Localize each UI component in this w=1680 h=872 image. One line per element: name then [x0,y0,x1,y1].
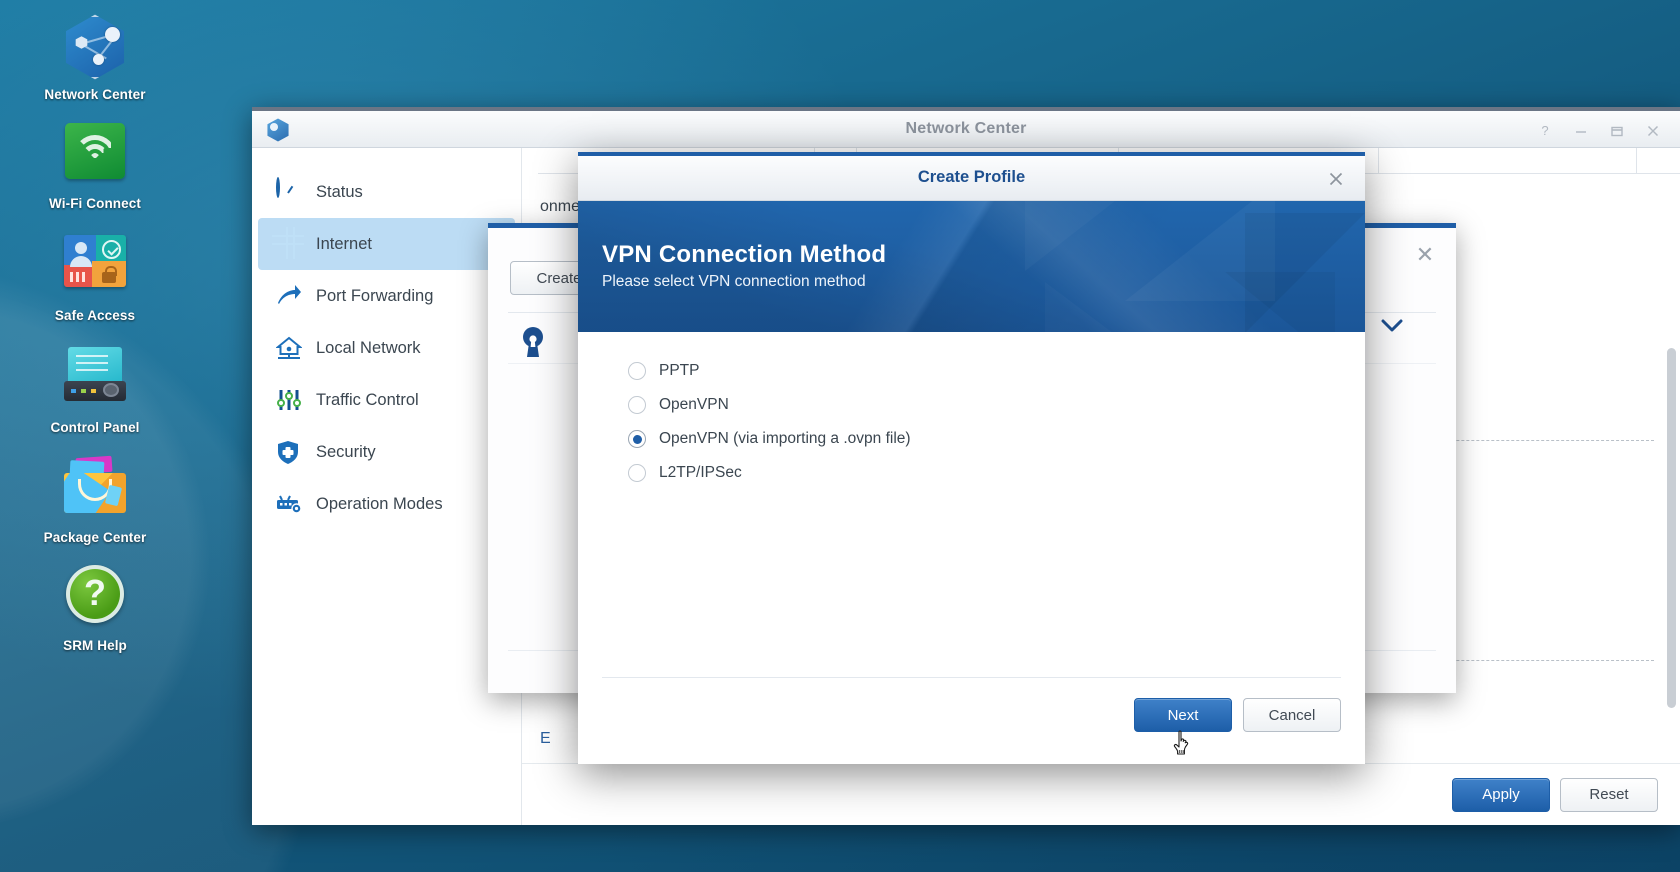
cancel-button[interactable]: Cancel [1243,698,1341,732]
network-center-icon [62,14,128,80]
create-profile-dialog: Create Profile VPN Connection Method Ple… [578,152,1365,764]
content-text-fragment: E [540,730,551,747]
globe-icon [276,231,302,257]
home-icon [275,335,303,361]
sidebar-item-security[interactable]: Security [258,426,515,478]
desktop-icon-package-center[interactable]: Package Center [0,445,190,549]
sidebar-item-local-network[interactable]: Local Network [258,322,515,374]
sidebar-item-status[interactable]: Status [258,166,515,218]
radio-label: OpenVPN (via importing a .ovpn file) [659,430,911,447]
window-title: Network Center [905,120,1027,137]
sidebar-item-internet[interactable]: Internet [258,218,515,270]
radio-label: PPTP [659,362,700,379]
radio-option-pptp[interactable]: PPTP [628,354,1365,388]
sidebar-item-label: Local Network [316,338,421,357]
sidebar-item-label: Status [316,182,363,201]
radio-indicator [628,362,646,380]
wifi-icon [62,123,128,189]
reset-button[interactable]: Reset [1560,777,1658,812]
sidebar-item-label: Operation Modes [316,494,443,513]
desktop-icon-srm-help[interactable]: SRM Help [0,555,190,657]
minimize-button[interactable] [1564,119,1598,143]
desktop-icon-network-center[interactable]: Network Center [0,8,190,106]
desktop-icon-control-panel[interactable]: Control Panel [0,333,190,439]
inner-window-close-icon[interactable]: ✕ [1412,242,1438,268]
window-titlebar[interactable]: Network Center ? [252,107,1680,148]
dialog-close-icon[interactable] [1323,166,1349,192]
safe-access-icon [62,235,128,301]
desktop-icon-safe-access[interactable]: Safe Access [0,221,190,327]
package-center-icon [62,455,128,523]
sidebar-item-label: Internet [316,234,372,253]
desktop-icon-label: Safe Access [54,308,136,323]
shield-icon [276,439,302,465]
desktop-icon-label: SRM Help [63,638,127,653]
sidebar-item-label: Port Forwarding [316,286,434,305]
control-panel-icon [62,347,128,413]
desktop-icon-label: Wi-Fi Connect [49,196,141,211]
content-scrollbar[interactable] [1667,348,1676,708]
radio-label: OpenVPN [659,396,729,413]
sidebar-item-port-forwarding[interactable]: Port Forwarding [258,270,515,322]
vpn-method-radio-group: PPTP OpenVPN OpenVPN (via importing a .o… [578,332,1365,490]
sidebar-item-operation-modes[interactable]: Operation Modes [258,478,515,530]
window-controls: ? [1528,119,1670,143]
dialog-banner: VPN Connection Method Please select VPN … [578,201,1365,332]
divider [602,677,1341,678]
desktop-icon-list: Network Center Wi-Fi Connect Safe Access [0,8,190,663]
banner-heading: VPN Connection Method [602,241,887,268]
help-button[interactable]: ? [1528,119,1562,143]
maximize-button[interactable] [1600,119,1634,143]
desktop-icon-label: Package Center [43,530,147,545]
gauge-icon [276,177,302,205]
keyhole-icon [518,325,548,359]
forward-arrow-icon [276,283,302,309]
apply-button[interactable]: Apply [1452,777,1550,812]
close-button[interactable] [1636,119,1670,143]
radio-label: L2TP/IPSec [659,464,742,481]
help-question-icon [62,565,128,631]
radio-indicator [628,396,646,414]
sliders-icon [276,387,302,413]
next-button[interactable]: Next [1134,698,1232,732]
banner-subheading: Please select VPN connection method [602,273,866,290]
sidebar-item-label: Traffic Control [316,390,419,409]
radio-indicator [628,430,646,448]
chevron-down-icon[interactable] [1380,318,1404,339]
sidebar-item-traffic-control[interactable]: Traffic Control [258,374,515,426]
dialog-body: PPTP OpenVPN OpenVPN (via importing a .o… [578,332,1365,677]
radio-option-openvpn-import[interactable]: OpenVPN (via importing a .ovpn file) [628,422,1365,456]
sidebar-item-label: Security [316,442,376,461]
desktop-icon-label: Control Panel [50,420,140,435]
dialog-title: Create Profile [917,168,1026,186]
dialog-footer: Next Cancel [578,677,1365,760]
radio-option-openvpn[interactable]: OpenVPN [628,388,1365,422]
window-footer: Apply Reset [522,763,1680,825]
svg-text:?: ? [1541,123,1548,138]
dialog-titlebar[interactable]: Create Profile [578,156,1365,201]
desktop-icon-wifi-connect[interactable]: Wi-Fi Connect [0,112,190,215]
sidebar: Status Internet Port Forwarding Local Ne… [252,148,522,825]
desktop-background: Network Center Wi-Fi Connect Safe Access [0,0,1680,872]
dialog-button-group: Next Cancel [1134,698,1341,732]
radio-option-l2tp-ipsec[interactable]: L2TP/IPSec [628,456,1365,490]
router-gear-icon [276,491,302,517]
radio-indicator [628,464,646,482]
desktop-icon-label: Network Center [44,87,146,102]
